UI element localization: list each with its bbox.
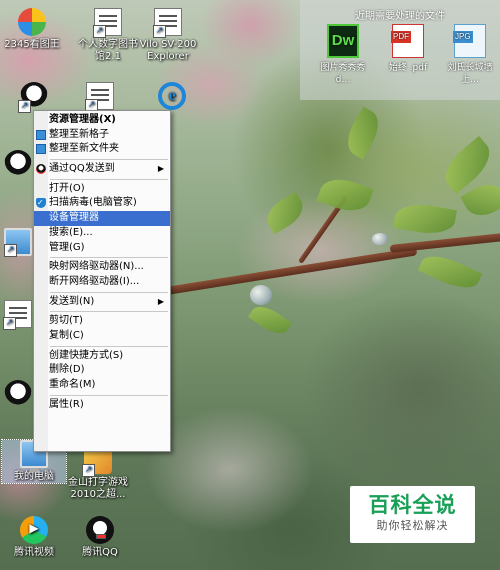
tencent-video-icon xyxy=(20,516,48,544)
wallpaper-leaf xyxy=(417,248,483,296)
wallpaper-branch xyxy=(159,247,418,296)
menu-item-properties[interactable]: 属性(R) xyxy=(34,398,170,413)
menu-item-rename[interactable]: 重命名(M) xyxy=(34,378,170,393)
menu-item-search[interactable]: 搜索(E)... xyxy=(34,226,170,241)
wallpaper-leaf xyxy=(261,191,309,235)
submenu-arrow-icon: ▶ xyxy=(157,296,164,306)
desktop-icon-folder-2[interactable] xyxy=(68,82,132,113)
submenu-arrow-icon: ▶ xyxy=(157,164,164,174)
brand-subtitle: 助你轻松解决 xyxy=(376,519,449,532)
recent-files-panel: 近期需要处理的文件 Dw 图片秀秀秀 d… PDF 始终 .pdf JPG 刘氏… xyxy=(300,0,500,100)
qq-browser-icon xyxy=(4,150,32,178)
menu-item-cut[interactable]: 剪切(T) xyxy=(34,314,170,329)
menu-item-create-shortcut[interactable]: 创建快捷方式(S) xyxy=(34,349,170,364)
menu-item-disconnect-drive[interactable]: 断开网络驱动器(I)... xyxy=(34,275,170,290)
tencent-qq-icon xyxy=(86,516,114,544)
desktop-icon-label: 2345看图王 xyxy=(4,39,60,50)
context-menu: 资源管理器(X) 整理至新格子 整理至新文件夹 通过QQ发送到▶ 打开(O) 扫… xyxy=(33,110,171,452)
desktop-icon-my-documents[interactable] xyxy=(2,82,66,113)
menu-item-manage[interactable]: 管理(G) xyxy=(34,241,170,256)
menu-separator xyxy=(50,394,168,396)
menu-item-device-manager[interactable]: 设备管理器 xyxy=(34,211,170,226)
app-shortcut-icon xyxy=(3,300,32,330)
wallpaper-leaf xyxy=(393,200,457,238)
desktop-icon-2345-viewer[interactable]: 2345看图王 xyxy=(0,8,64,51)
menu-item-open[interactable]: 打开(O) xyxy=(34,182,170,197)
menu-item-copy[interactable]: 复制(C) xyxy=(34,329,170,344)
document-shortcut-icon xyxy=(85,82,114,112)
recent-files-title: 近期需要处理的文件 xyxy=(355,11,445,22)
desktop-icon-label: 腾讯QQ xyxy=(82,547,118,558)
folder-icon xyxy=(36,144,46,155)
water-droplet xyxy=(250,285,272,305)
wallpaper-branch xyxy=(389,232,500,253)
menu-separator xyxy=(50,291,168,293)
menu-item-scan-virus[interactable]: 扫描病毒(电脑管家) xyxy=(34,196,170,211)
2345-viewer-icon xyxy=(18,8,46,36)
menu-separator xyxy=(50,311,168,313)
desktop-icon-label: 金山打字游戏2010之超... xyxy=(68,477,128,500)
desktop-icon-tencent-video[interactable]: 腾讯视频 xyxy=(2,516,66,559)
brand-title: 百科全说 xyxy=(368,493,457,517)
shield-icon xyxy=(36,196,46,211)
document-shortcut-icon xyxy=(93,8,122,38)
menu-separator xyxy=(50,159,168,161)
recent-file-label: 图片秀秀秀 d… xyxy=(320,63,366,85)
desktop-icon-digital-library[interactable]: 个人数字图书馆2.1 xyxy=(76,8,140,63)
recent-file-item[interactable]: PDF 始终 .pdf xyxy=(378,24,438,74)
desktop-icon-label: 个人数字图书馆2.1 xyxy=(78,39,138,62)
qq-icon xyxy=(4,380,32,408)
dvdfab-icon xyxy=(4,228,32,257)
jpg-file-icon: JPG xyxy=(453,24,486,58)
desktop-icon-tencent-qq[interactable]: 腾讯QQ xyxy=(68,516,132,559)
recent-file-label: 刘氏长城墙上… xyxy=(447,63,493,85)
menu-separator xyxy=(50,257,168,259)
pdf-file-icon: PDF xyxy=(391,24,424,58)
brand-watermark: 百科全说 助你轻松解决 xyxy=(350,486,475,543)
menu-item-organize-grid[interactable]: 整理至新格子 xyxy=(34,128,170,143)
desktop-icon-ie[interactable]: e xyxy=(140,82,204,113)
internet-explorer-icon: e xyxy=(158,82,186,110)
desktop-icon-vilo-explorer[interactable]: Vilo SV-200 Explorer xyxy=(136,8,200,63)
dreamweaver-file-icon: Dw xyxy=(327,24,359,58)
menu-item-organize-folder[interactable]: 整理至新文件夹 xyxy=(34,142,170,157)
menu-item-send-via-qq[interactable]: 通过QQ发送到 ▶ xyxy=(34,162,170,177)
document-shortcut-icon xyxy=(18,82,48,113)
document-shortcut-icon xyxy=(153,8,182,38)
menu-item-send-to[interactable]: 发送到(N) ▶ xyxy=(34,295,170,310)
water-droplet xyxy=(372,233,388,245)
desktop-icon-label: 腾讯视频 xyxy=(14,547,54,558)
recent-file-item[interactable]: Dw 图片秀秀秀 d… xyxy=(313,24,373,86)
wallpaper-leaf xyxy=(247,300,293,340)
grid-icon xyxy=(36,129,46,140)
desktop-icon-label: Vilo SV-200 Explorer xyxy=(139,39,197,62)
wallpaper-leaf xyxy=(340,106,386,160)
recent-file-label: 始终 .pdf xyxy=(388,63,428,73)
menu-item-delete[interactable]: 删除(D) xyxy=(34,363,170,378)
desktop-icon-typing-game[interactable]: 金山打字游戏2010之超... xyxy=(66,446,130,501)
menu-separator xyxy=(50,178,168,180)
qq-icon xyxy=(36,164,46,175)
menu-item-map-drive[interactable]: 映射网络驱动器(N)... xyxy=(34,260,170,275)
recent-file-item[interactable]: JPG 刘氏长城墙上… xyxy=(440,24,500,86)
desktop-icon-label: 我的电脑 xyxy=(14,471,54,482)
menu-item-explorer[interactable]: 资源管理器(X) xyxy=(34,113,170,128)
wallpaper-leaf xyxy=(316,172,374,218)
menu-separator xyxy=(50,345,168,347)
